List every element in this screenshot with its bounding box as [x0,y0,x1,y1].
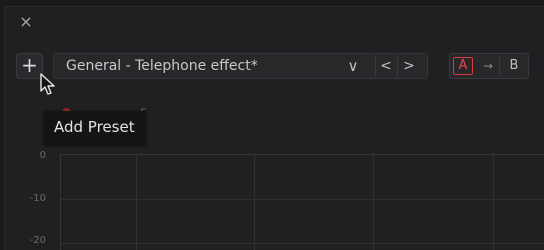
tooltip-text: Add Preset [54,118,135,136]
b-button[interactable]: B [503,57,525,75]
y-tick-label: -20 [29,235,46,246]
arrow-right-icon[interactable]: → [477,57,500,75]
grid-line [136,155,137,250]
previous-preset-button[interactable]: < [375,55,396,77]
y-tick-label: 0 [39,150,46,161]
ab-compare-group: A → B [449,53,529,79]
preset-dropdown[interactable]: General - Telephone effect* ∨ < > [53,53,428,79]
eq-graph[interactable] [60,154,544,250]
grid-line [254,155,255,250]
tooltip: Add Preset [44,111,146,145]
mouse-cursor-icon [40,73,55,95]
grid-line [373,155,374,250]
preset-name: General - Telephone effect* [66,58,258,74]
y-tick-label: -10 [29,193,46,204]
next-preset-button[interactable]: > [397,55,420,77]
grid-line [493,155,494,250]
grid-line [61,199,544,200]
grid-line [61,243,544,244]
a-button[interactable]: A [453,57,473,75]
chevron-down-icon[interactable]: ∨ [344,56,362,76]
close-icon[interactable]: × [17,13,35,31]
